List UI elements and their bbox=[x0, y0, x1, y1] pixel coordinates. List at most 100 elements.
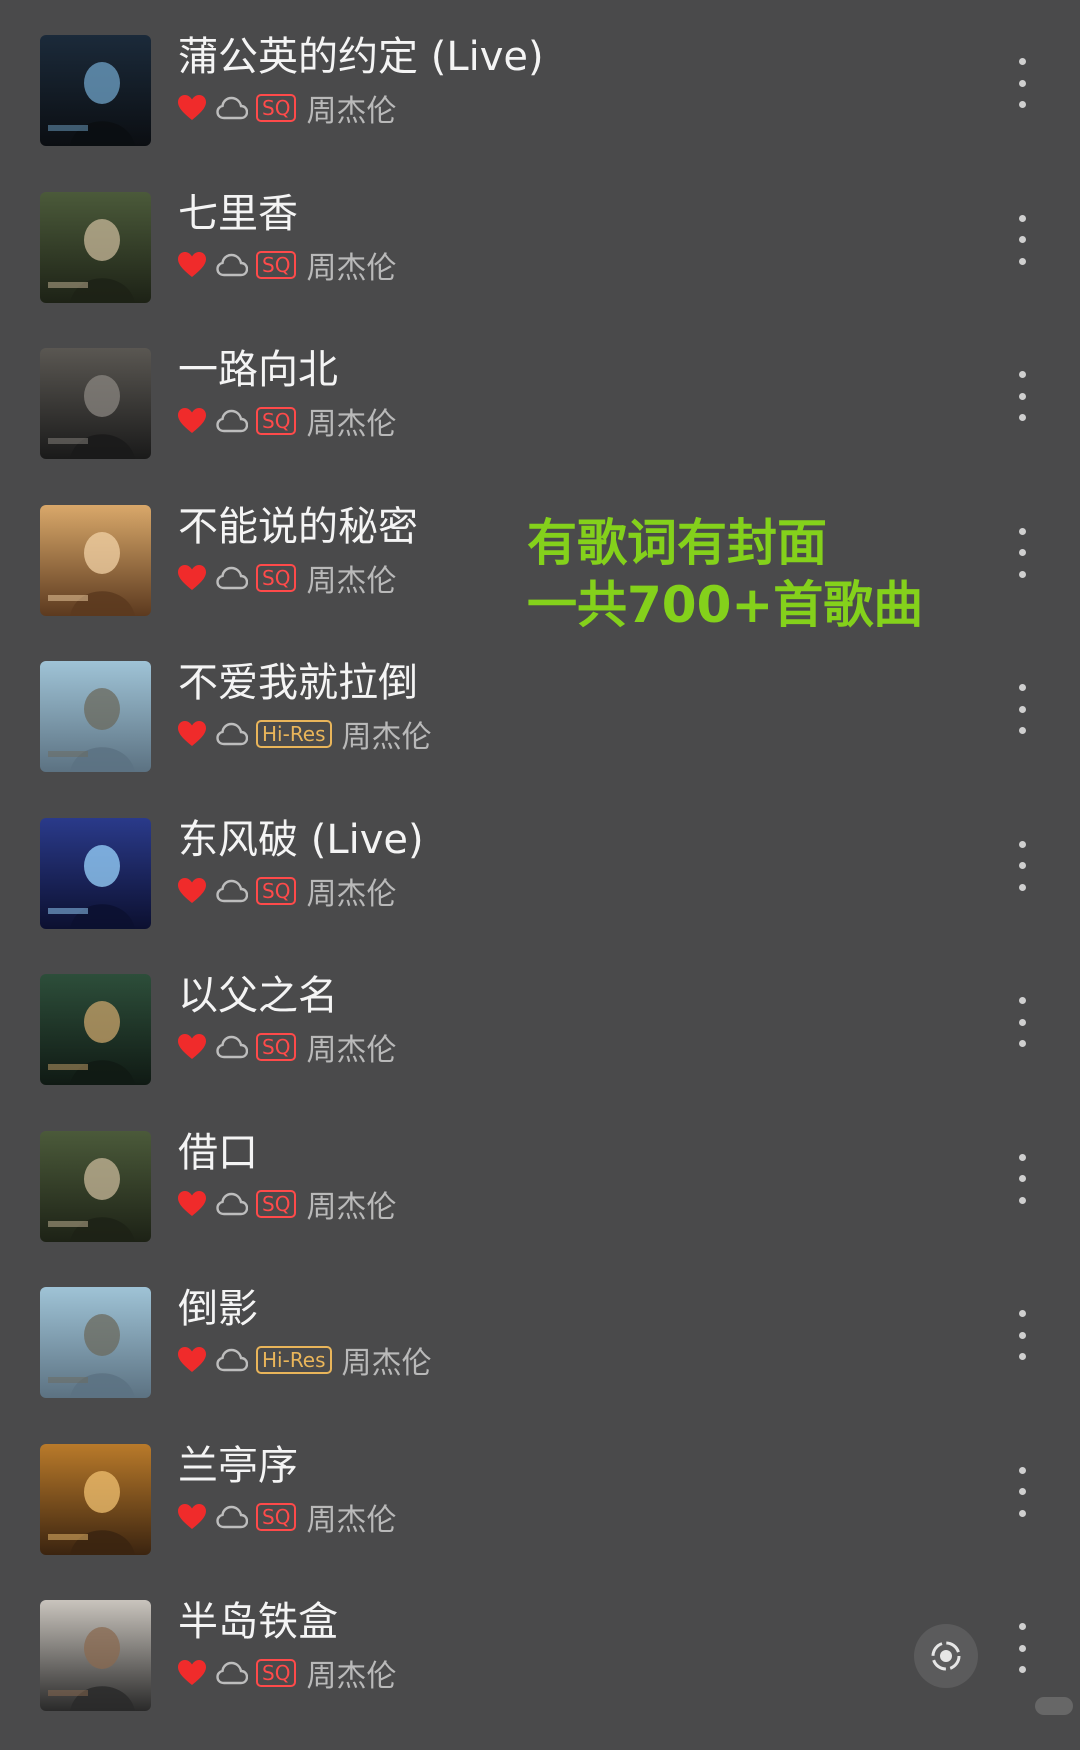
more-vertical-icon bbox=[1018, 684, 1026, 691]
artist-name[interactable]: 周杰伦 bbox=[306, 1651, 396, 1695]
more-options-button[interactable] bbox=[1010, 840, 1034, 891]
cloud-icon bbox=[216, 879, 248, 902]
heart-icon[interactable] bbox=[178, 251, 206, 278]
song-title: 一路向北 bbox=[178, 347, 338, 393]
heart-icon[interactable] bbox=[178, 564, 206, 591]
more-vertical-icon bbox=[1018, 214, 1026, 222]
quality-badge: SQ bbox=[256, 94, 297, 122]
cloud-icon bbox=[216, 722, 248, 746]
song-title: 借口 bbox=[178, 1129, 258, 1176]
locate-playing-button[interactable] bbox=[914, 1624, 978, 1688]
song-meta: SQ 周杰伦 bbox=[178, 86, 396, 130]
more-vertical-icon bbox=[1018, 1623, 1026, 1630]
more-options-button[interactable] bbox=[1010, 1153, 1034, 1204]
album-cover bbox=[40, 1600, 151, 1711]
quality-badge: SQ bbox=[256, 1502, 297, 1531]
song-title: 不能说的秘密 bbox=[178, 503, 418, 550]
heart-icon[interactable] bbox=[178, 1503, 206, 1530]
song-row[interactable]: 一路向北 SQ 周杰伦 bbox=[0, 341, 1080, 498]
heart-icon[interactable] bbox=[178, 408, 206, 434]
album-cover bbox=[40, 1130, 151, 1242]
song-title: 蒲公英的约定 (Live) bbox=[178, 34, 544, 80]
artist-name[interactable]: 周杰伦 bbox=[306, 1182, 396, 1226]
quality-badge: SQ bbox=[256, 1659, 297, 1687]
artist-name[interactable]: 周杰伦 bbox=[306, 1495, 396, 1539]
quality-badge: SQ bbox=[256, 563, 297, 592]
artist-name[interactable]: 周杰伦 bbox=[306, 399, 396, 443]
song-title: 七里香 bbox=[178, 190, 298, 237]
more-vertical-icon bbox=[1018, 840, 1026, 848]
song-row[interactable]: 兰亭序 SQ 周杰伦 bbox=[0, 1437, 1080, 1594]
more-options-button[interactable] bbox=[1010, 58, 1034, 108]
artist-name[interactable]: 周杰伦 bbox=[306, 869, 396, 913]
artist-name[interactable]: 周杰伦 bbox=[306, 86, 396, 130]
song-row[interactable]: 七里香 SQ 周杰伦 bbox=[0, 185, 1080, 342]
heart-icon[interactable] bbox=[178, 1660, 206, 1686]
more-vertical-icon bbox=[1018, 1466, 1026, 1474]
song-meta: SQ 周杰伦 bbox=[178, 1495, 396, 1539]
song-title: 东风破 (Live) bbox=[178, 816, 424, 863]
song-row[interactable]: 不爱我就拉倒 Hi-Res 周杰伦 bbox=[0, 654, 1080, 811]
cloud-icon bbox=[216, 1348, 248, 1372]
cloud-icon bbox=[216, 1192, 248, 1215]
more-options-button[interactable] bbox=[1010, 1623, 1034, 1673]
promo-line-2: 一共700+首歌曲 bbox=[527, 576, 924, 634]
more-options-button[interactable] bbox=[1010, 527, 1034, 578]
album-cover bbox=[40, 661, 151, 772]
promo-caption: 有歌词有封面 一共700+首歌曲 bbox=[527, 512, 923, 636]
song-meta: SQ 周杰伦 bbox=[178, 243, 396, 287]
more-vertical-icon bbox=[1018, 527, 1026, 535]
song-row[interactable]: 借口 SQ 周杰伦 bbox=[0, 1124, 1080, 1281]
quality-badge: Hi-Res bbox=[256, 720, 332, 748]
artist-name[interactable]: 周杰伦 bbox=[306, 1025, 396, 1069]
artist-name[interactable]: 周杰伦 bbox=[342, 1338, 432, 1382]
cloud-icon bbox=[216, 566, 248, 589]
song-meta: SQ 周杰伦 bbox=[178, 399, 396, 443]
cloud-icon bbox=[216, 96, 248, 120]
more-vertical-icon bbox=[1018, 997, 1026, 1004]
cloud-icon bbox=[216, 1505, 248, 1528]
album-cover bbox=[40, 1443, 151, 1555]
album-cover bbox=[40, 817, 151, 929]
quality-badge: SQ bbox=[256, 407, 297, 435]
heart-icon[interactable] bbox=[178, 1034, 206, 1060]
song-row[interactable]: 以父之名 SQ 周杰伦 bbox=[0, 967, 1080, 1124]
song-title: 兰亭序 bbox=[178, 1442, 298, 1489]
artist-name[interactable]: 周杰伦 bbox=[306, 243, 396, 287]
album-cover bbox=[40, 35, 151, 146]
more-options-button[interactable] bbox=[1010, 1466, 1034, 1517]
promo-line-1: 有歌词有封面 bbox=[527, 514, 827, 572]
more-vertical-icon bbox=[1018, 1310, 1026, 1317]
more-options-button[interactable] bbox=[1010, 997, 1034, 1047]
quality-badge: SQ bbox=[256, 1033, 297, 1061]
more-vertical-icon bbox=[1018, 371, 1026, 378]
quality-badge: SQ bbox=[256, 1189, 297, 1218]
cloud-icon bbox=[216, 409, 248, 433]
album-cover bbox=[40, 1287, 151, 1398]
song-meta: SQ 周杰伦 bbox=[178, 869, 396, 913]
heart-icon[interactable] bbox=[178, 1347, 206, 1373]
heart-icon[interactable] bbox=[178, 721, 206, 747]
watermark-badge bbox=[1035, 1697, 1073, 1715]
quality-badge: Hi-Res bbox=[256, 1346, 332, 1374]
album-cover bbox=[40, 974, 151, 1085]
song-meta: SQ 周杰伦 bbox=[178, 1651, 396, 1695]
heart-icon[interactable] bbox=[178, 95, 206, 121]
album-cover bbox=[40, 348, 151, 459]
song-title: 倒影 bbox=[178, 1286, 258, 1332]
more-options-button[interactable] bbox=[1010, 684, 1034, 734]
more-vertical-icon bbox=[1018, 58, 1026, 65]
song-row[interactable]: 倒影 Hi-Res 周杰伦 bbox=[0, 1280, 1080, 1437]
more-options-button[interactable] bbox=[1010, 371, 1034, 421]
album-cover bbox=[40, 504, 151, 616]
song-row[interactable]: 东风破 (Live) SQ 周杰伦 bbox=[0, 811, 1080, 968]
song-row[interactable]: 蒲公英的约定 (Live) SQ 周杰伦 bbox=[0, 28, 1080, 185]
heart-icon[interactable] bbox=[178, 1190, 206, 1217]
more-options-button[interactable] bbox=[1010, 1310, 1034, 1360]
song-title: 以父之名 bbox=[178, 973, 338, 1019]
heart-icon[interactable] bbox=[178, 877, 206, 904]
song-meta: Hi-Res 周杰伦 bbox=[178, 1338, 432, 1382]
artist-name[interactable]: 周杰伦 bbox=[306, 556, 396, 600]
artist-name[interactable]: 周杰伦 bbox=[342, 712, 432, 756]
more-options-button[interactable] bbox=[1010, 214, 1034, 265]
